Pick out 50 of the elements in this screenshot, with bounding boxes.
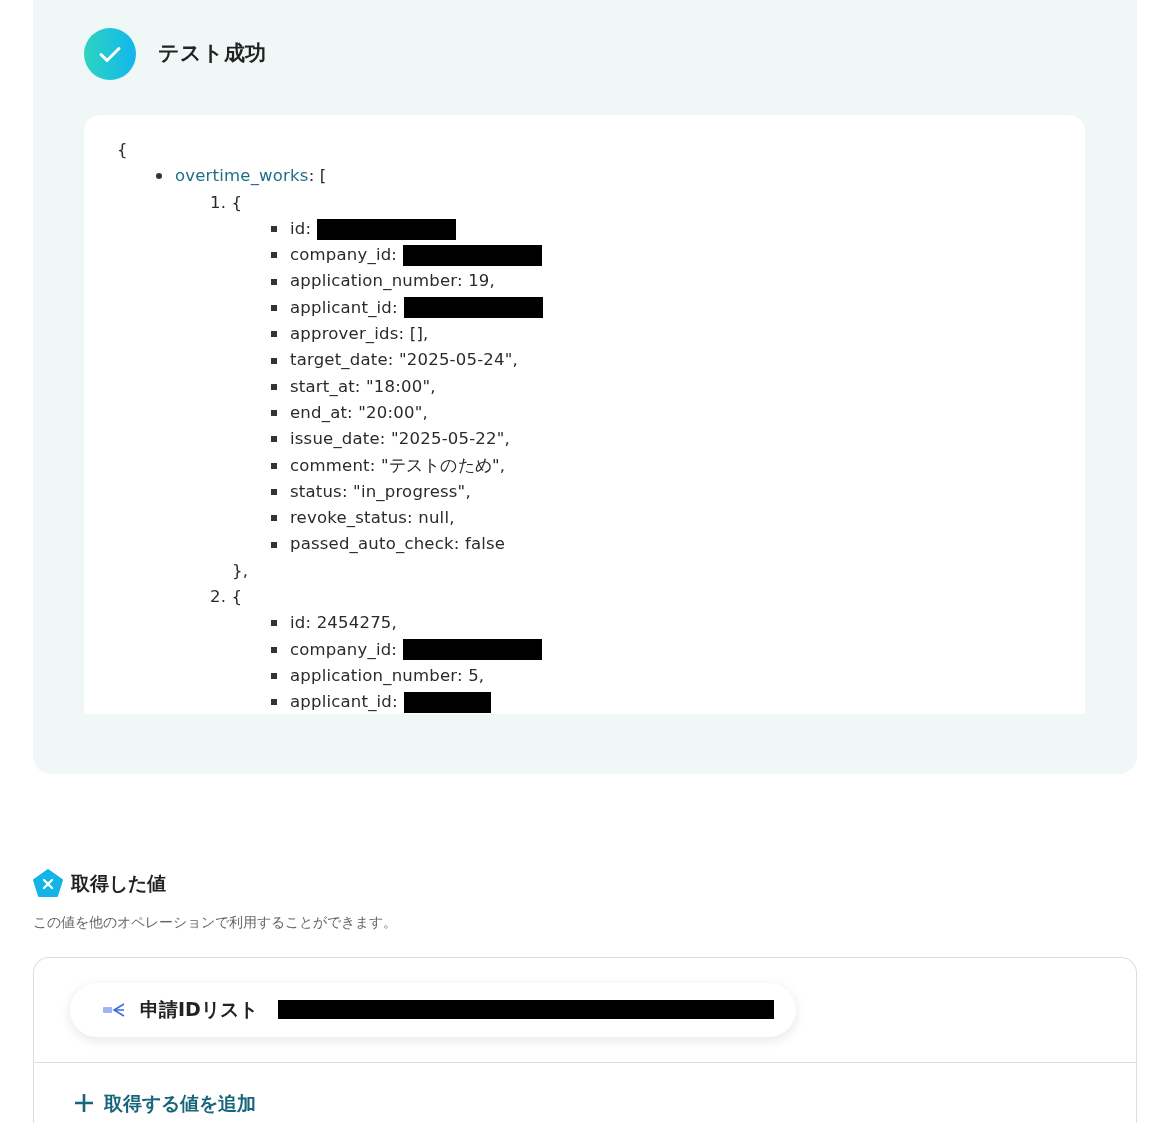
bullet-icon [271,278,277,285]
json-field: id: 2454275, [290,610,397,637]
bullet-icon [271,515,277,522]
json-punctuation: : [ [308,165,327,188]
bullet-icon [271,331,277,338]
json-field: status: "in_progress", [290,478,471,506]
json-field: revoke_status: null, [290,505,455,532]
json-field: company_id: [290,242,398,269]
tag-icon [102,1001,126,1018]
json-field: comment: "テストのため", [290,452,506,479]
json-field: start_at: "18:00", [290,373,436,400]
bullet-icon [271,620,277,627]
bullet-icon [271,462,277,469]
bullet-icon [271,252,277,259]
json-field: company_id: [290,636,398,663]
json-field: applicant_id: [290,689,398,714]
add-value-button[interactable]: 取得する値を追加 [74,1088,256,1117]
json-key: overtime_works [175,163,309,190]
bullet-icon [271,541,277,548]
json-field: application_number: 5, [290,662,485,690]
bullet-icon [271,489,277,495]
brace-text: }, [232,559,249,582]
json-field: application_number: 19, [290,268,496,295]
section-title: 取得した値 [71,871,166,896]
bullet-icon [271,383,277,390]
plus-icon [74,1092,94,1113]
bullet-icon [271,304,277,311]
bullet-icon [271,410,277,417]
value-label: 申請IDリスト [140,997,258,1023]
json-field: applicant_id: [290,294,398,322]
bullet-icon [156,173,162,180]
check-icon [84,28,136,80]
list-index: 2. { [210,586,243,609]
result-title: テスト成功 [158,40,266,68]
bullet-icon [271,357,277,364]
bullet-icon [271,436,277,443]
list-index: 1. { [210,191,243,214]
json-field: target_date: "2025-05-24", [290,347,518,374]
json-field: id: [290,215,312,243]
bullet-icon [271,646,277,653]
json-field: issue_date: "2025-05-22", [290,426,510,453]
json-field: approver_ids: [], [290,321,429,348]
variable-icon [33,869,63,898]
bullet-icon [271,226,277,233]
section-description: この値を他のオペレーションで利用することができます。 [33,912,398,932]
brace-text: { [117,139,128,161]
json-field: passed_auto_check: false [290,531,506,558]
json-field: end_at: "20:00", [290,399,428,427]
bullet-icon [271,673,277,680]
bullet-icon [271,699,277,706]
